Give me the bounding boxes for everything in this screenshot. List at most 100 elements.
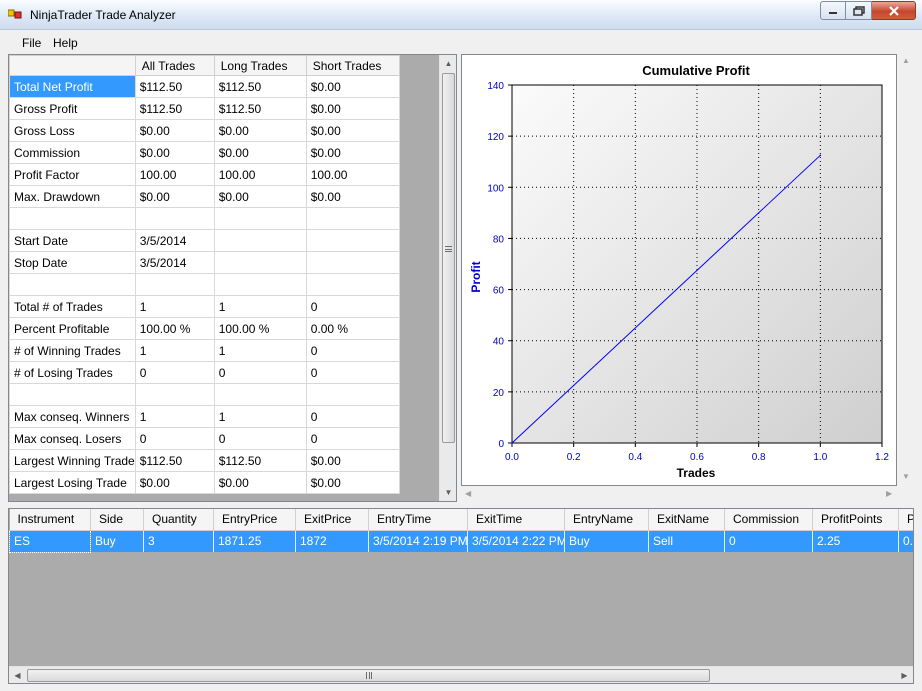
stat-row[interactable] (9, 273, 400, 296)
stat-value[interactable]: 3/5/2014 (134, 251, 215, 274)
scroll-up-button[interactable]: ▲ (440, 55, 456, 72)
trade-cell[interactable]: 1872 (295, 530, 369, 552)
stat-row[interactable]: Max conseq. Winners 1 1 0 (9, 405, 400, 428)
statistics-vertical-scrollbar[interactable]: ▲ ▼ (439, 55, 456, 501)
stat-value[interactable] (213, 273, 307, 296)
stat-label[interactable] (9, 383, 136, 406)
stat-label[interactable]: Gross Profit (9, 97, 136, 120)
trades-column-header[interactable]: ProfitPoints (812, 509, 899, 531)
stat-value[interactable]: 100.00 (213, 163, 307, 186)
trades-column-header[interactable]: EntryTime (368, 509, 468, 531)
column-header-long-trades[interactable]: Long Trades (213, 55, 307, 76)
stat-value[interactable]: $0.00 (305, 185, 400, 208)
chart-vertical-scrollbar[interactable]: ▲ ▼ (897, 54, 914, 484)
stat-value[interactable] (213, 383, 307, 406)
menu-file[interactable]: File (22, 36, 41, 50)
trades-column-header[interactable]: Quantity (143, 509, 214, 531)
stat-value[interactable]: 3/5/2014 (134, 229, 215, 252)
stat-value[interactable]: $0.00 (305, 141, 400, 164)
trades-column-header[interactable]: Pr (898, 509, 913, 531)
stat-value[interactable] (305, 383, 400, 406)
stat-row[interactable]: Largest Winning Trade $112.50 $112.50 $0.00 (9, 449, 400, 472)
stat-value[interactable] (305, 207, 400, 230)
stat-value[interactable]: $0.00 (305, 449, 400, 472)
stat-value[interactable]: $112.50 (213, 75, 307, 98)
stat-row[interactable]: Largest Losing Trade $0.00 $0.00 $0.00 (9, 471, 400, 494)
stat-label[interactable]: Percent Profitable (9, 317, 136, 340)
trades-column-header[interactable]: Side (90, 509, 144, 531)
stat-row[interactable] (9, 383, 400, 406)
stat-label[interactable]: Commission (9, 141, 136, 164)
stat-label[interactable]: Total # of Trades (9, 295, 136, 318)
stat-value[interactable]: $112.50 (134, 75, 215, 98)
stat-value[interactable] (134, 207, 215, 230)
stat-value[interactable]: $0.00 (134, 471, 215, 494)
stat-value[interactable]: 0 (305, 339, 400, 362)
stat-label[interactable]: Max conseq. Losers (9, 427, 136, 450)
stat-value[interactable] (213, 207, 307, 230)
stat-value[interactable]: 0 (213, 361, 307, 384)
stat-label[interactable]: Max. Drawdown (9, 185, 136, 208)
stat-value[interactable]: 100.00 % (134, 317, 215, 340)
stat-label[interactable]: Gross Loss (9, 119, 136, 142)
stat-value[interactable] (305, 229, 400, 252)
trade-row[interactable]: ES Buy 3 1871.25 1872 3/5/2014 2:19 PM 3/5/201… (9, 529, 913, 553)
trade-cell[interactable]: Buy (90, 530, 144, 552)
stat-label[interactable]: # of Losing Trades (9, 361, 136, 384)
stat-label[interactable]: Largest Winning Trade (9, 449, 136, 472)
trade-cell[interactable]: 0 (724, 530, 813, 552)
trades-column-header[interactable]: Instrument (9, 509, 91, 531)
minimize-button[interactable] (820, 1, 846, 20)
stat-value[interactable]: 100.00 % (213, 317, 307, 340)
scroll-down-button[interactable]: ▼ (440, 484, 456, 501)
stat-value[interactable] (213, 251, 307, 274)
trade-cell[interactable]: 3/5/2014 2:22 PM (467, 530, 565, 552)
stat-value[interactable]: 0 (305, 405, 400, 428)
scrollbar-thumb[interactable] (27, 669, 710, 682)
trade-cell[interactable]: Sell (648, 530, 725, 552)
stat-value[interactable]: 1 (213, 295, 307, 318)
stat-value[interactable]: 1 (213, 339, 307, 362)
trade-cell[interactable]: 3/5/2014 2:19 PM (368, 530, 468, 552)
stat-value[interactable]: $0.00 (134, 185, 215, 208)
stat-row[interactable]: Gross Loss $0.00 $0.00 $0.00 (9, 119, 400, 142)
stat-value[interactable]: $0.00 (213, 185, 307, 208)
stat-value[interactable]: $0.00 (305, 471, 400, 494)
stat-value[interactable]: $0.00 (134, 119, 215, 142)
menu-help[interactable]: Help (53, 36, 78, 50)
stat-value[interactable]: $0.00 (305, 119, 400, 142)
stat-value[interactable]: $112.50 (134, 449, 215, 472)
stat-label[interactable]: Start Date (9, 229, 136, 252)
scroll-right-button[interactable]: ▶ (896, 667, 913, 683)
stat-value[interactable]: 100.00 (134, 163, 215, 186)
column-header-short-trades[interactable]: Short Trades (305, 55, 400, 76)
trade-cell[interactable]: Buy (564, 530, 649, 552)
trades-column-header[interactable]: ExitName (648, 509, 725, 531)
stat-value[interactable]: 1 (213, 405, 307, 428)
stat-value[interactable]: 0 (134, 361, 215, 384)
stat-row[interactable]: Start Date 3/5/2014 (9, 229, 400, 252)
stat-label[interactable]: Max conseq. Winners (9, 405, 136, 428)
chart-horizontal-scrollbar[interactable]: ◀ ▶ (461, 486, 897, 502)
stat-value[interactable]: 0 (213, 427, 307, 450)
trades-horizontal-scrollbar[interactable]: ◀ ▶ (9, 666, 913, 683)
trade-cell[interactable]: 2.25 (812, 530, 899, 552)
trades-column-header[interactable]: ExitTime (467, 509, 565, 531)
close-button[interactable] (872, 1, 916, 20)
stat-value[interactable] (305, 251, 400, 274)
trades-column-header[interactable]: ExitPrice (295, 509, 369, 531)
stat-value[interactable] (134, 273, 215, 296)
stat-value[interactable]: $0.00 (305, 97, 400, 120)
stat-value[interactable] (134, 383, 215, 406)
stat-value[interactable]: $112.50 (213, 97, 307, 120)
stat-row[interactable]: Gross Profit $112.50 $112.50 $0.00 (9, 97, 400, 120)
stat-row[interactable]: Max conseq. Losers 0 0 0 (9, 427, 400, 450)
stat-value[interactable]: $0.00 (213, 141, 307, 164)
stat-row[interactable]: Total # of Trades 1 1 0 (9, 295, 400, 318)
stat-row[interactable]: Stop Date 3/5/2014 (9, 251, 400, 274)
stat-label[interactable] (9, 273, 136, 296)
stat-row[interactable]: Commission $0.00 $0.00 $0.00 (9, 141, 400, 164)
stat-value[interactable]: $0.00 (213, 119, 307, 142)
stat-row[interactable]: Total Net Profit $112.50 $112.50 $0.00 (9, 75, 400, 98)
column-header-all-trades[interactable]: All Trades (134, 55, 215, 76)
